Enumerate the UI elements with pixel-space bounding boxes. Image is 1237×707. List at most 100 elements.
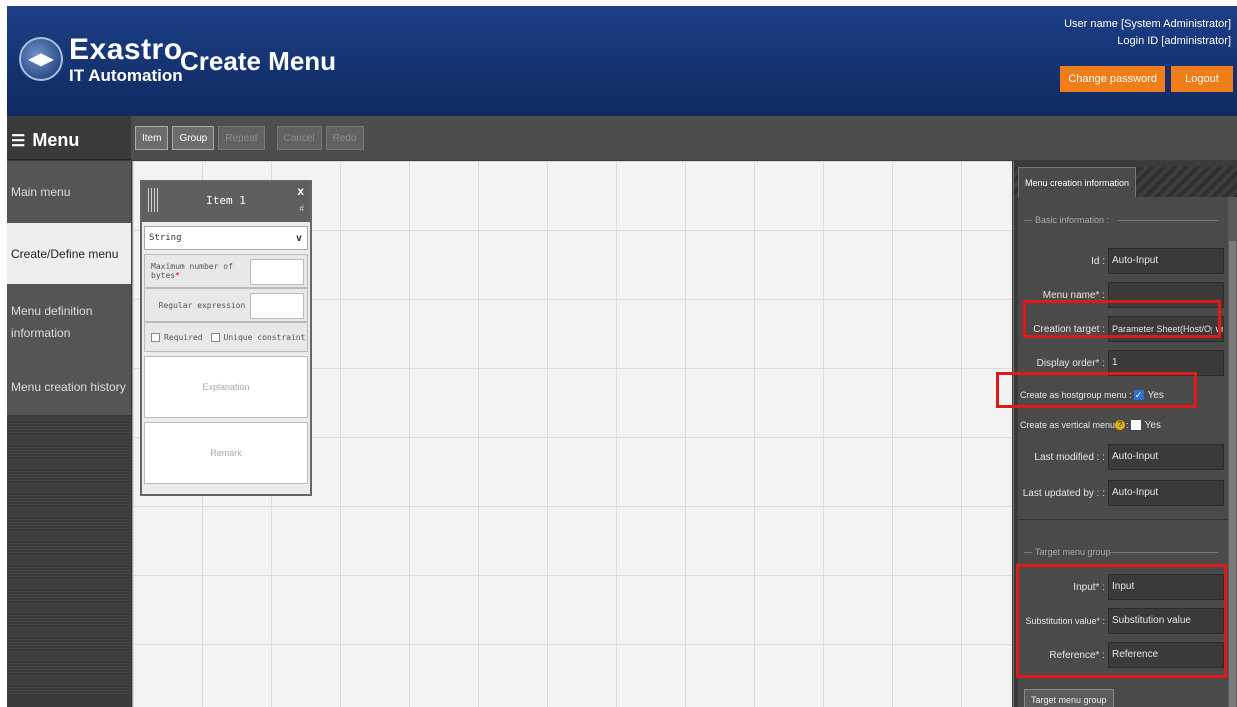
vertical-label: Create as vertical menu: [1020, 420, 1116, 430]
id-row: Id : Auto-Input: [1018, 247, 1224, 275]
cancel-button[interactable]: Cancel: [276, 126, 322, 150]
substitution-row: Substitution value* : Substitution value: [1018, 607, 1224, 635]
close-icon[interactable]: x: [297, 184, 304, 198]
explanation-placeholder: Explanation: [202, 382, 250, 392]
id-label: Id :: [1091, 255, 1105, 267]
creation-target-label: Creation target :: [1033, 323, 1105, 335]
item-hash: #: [299, 204, 304, 213]
constraint-row: Required Unique constraint: [144, 322, 308, 352]
item-title[interactable]: Item 1: [142, 194, 310, 207]
sidebar-item-main-menu[interactable]: Main menu: [7, 161, 131, 223]
reference-value: Reference: [1108, 642, 1224, 668]
page-title: Create Menu: [180, 46, 337, 76]
hostgroup-label: Create as hostgroup menu :: [1020, 390, 1132, 400]
input-value: Input: [1108, 574, 1224, 600]
logout-button[interactable]: Logout: [1171, 66, 1233, 92]
menu-label: Menu: [32, 130, 80, 150]
vertical-checkbox[interactable]: [1130, 420, 1141, 430]
reference-row: Reference* : Reference: [1018, 641, 1224, 669]
user-name: User name [System Administrator]: [1064, 18, 1231, 30]
target-menu-group-button[interactable]: Target menu group: [1024, 689, 1114, 707]
hostgroup-checkbox[interactable]: ✓: [1133, 390, 1144, 400]
creation-target-value: Parameter Sheet(Host/Operat: [1112, 324, 1224, 334]
last-updated-row: Last updated by : : Auto-Input: [1018, 479, 1224, 507]
group-button[interactable]: Group: [172, 126, 215, 150]
menu-creation-panel: Menu creation information Basic informat…: [1013, 161, 1237, 707]
chevron-down-icon: v: [295, 232, 302, 244]
creation-target-row: Creation target : Parameter Sheet(Host/O…: [1018, 315, 1224, 343]
panel-body: Basic information : Id : Auto-Input Menu…: [1018, 197, 1228, 707]
hostgroup-row: Create as hostgroup menu : ✓ Yes: [1018, 381, 1224, 409]
id-value: Auto-Input: [1108, 248, 1224, 274]
max-bytes-label: Maximum number of bytes: [151, 262, 233, 280]
item-button[interactable]: Item: [135, 126, 169, 150]
input-row: Input* : Input: [1018, 573, 1224, 601]
sidebar-item-menu-definition-information[interactable]: Menu definition information: [7, 285, 131, 360]
menu-name-row: Menu name* :: [1018, 281, 1224, 309]
login-id: Login ID [administrator]: [1117, 35, 1231, 47]
sidebar-item-label: Menu definition information: [11, 304, 93, 340]
hostgroup-yes-label: Yes: [1147, 389, 1164, 401]
tab-menu-creation-information[interactable]: Menu creation information: [1018, 167, 1137, 197]
item-type-select[interactable]: String v: [144, 226, 308, 250]
exastro-logo-icon: ◀▶: [19, 37, 63, 81]
last-modified-label: Last modified : :: [1034, 451, 1105, 463]
brand-subtitle: IT Automation: [69, 65, 183, 85]
required-mark: *: [175, 271, 180, 280]
scrollbar-thumb[interactable]: [1229, 241, 1236, 707]
unique-constraint-label: Unique constraint: [223, 332, 306, 342]
reference-label: Reference* :: [1049, 649, 1105, 661]
menu-name-input[interactable]: [1108, 282, 1224, 308]
menu-toggle[interactable]: ☰ Menu: [7, 116, 131, 160]
required-checkbox[interactable]: [151, 332, 160, 342]
user-info: User name [System Administrator] Login I…: [1064, 16, 1231, 50]
last-modified-row: Last modified : : Auto-Input: [1018, 443, 1224, 471]
item-type-value: String: [149, 233, 182, 243]
last-modified-value: Auto-Input: [1108, 444, 1224, 470]
sidebar-item-label: Main menu: [11, 184, 71, 199]
logo: ◀▶ Exastro IT Automation: [19, 24, 183, 94]
display-order-label: Display order* :: [1036, 357, 1105, 369]
help-icon[interactable]: ?: [1115, 420, 1126, 430]
remark-placeholder: Remark: [210, 448, 242, 458]
change-password-button[interactable]: Change password: [1060, 66, 1165, 92]
target-group-title: Target menu group: [1035, 547, 1111, 557]
sidebar-item-create-define-menu[interactable]: Create/Define menu: [7, 223, 131, 285]
max-bytes-row: Maximum number of bytes*: [144, 254, 308, 288]
max-bytes-input[interactable]: [250, 259, 304, 285]
editor-toolbar: Item Group Repeat Cancel Redo: [131, 116, 1237, 160]
regex-input[interactable]: [250, 293, 304, 319]
input-label: Input* :: [1073, 581, 1105, 593]
creation-target-select[interactable]: Parameter Sheet(Host/Operat ∨: [1108, 316, 1224, 342]
basic-info-title: Basic information :: [1035, 215, 1110, 225]
last-updated-label: Last updated by : :: [1022, 487, 1105, 499]
app-window: ◀▶ Exastro IT Automation Create Menu Use…: [7, 6, 1237, 707]
sidebar-filler: [7, 415, 131, 695]
explanation-input[interactable]: Explanation: [144, 356, 308, 418]
sidebar: Main menu Create/Define menu Menu defini…: [7, 161, 131, 707]
header: ◀▶ Exastro IT Automation Create Menu Use…: [7, 6, 1237, 116]
sidebar-item-label: Menu creation history: [11, 380, 126, 394]
item-card[interactable]: Item 1 x # String v Maximum number of by…: [140, 180, 312, 496]
redo-button[interactable]: Redo: [325, 126, 364, 150]
repeat-button[interactable]: Repeat: [218, 126, 265, 150]
brand-name: Exastro: [69, 32, 183, 66]
vertical-row: Create as vertical menu ? : Yes: [1020, 419, 1161, 431]
menu-name-label: Menu name* :: [1042, 289, 1105, 301]
vertical-yes-label: Yes: [1144, 419, 1161, 431]
chevron-down-icon: ∨: [1212, 317, 1221, 341]
sidebar-item-menu-creation-history[interactable]: Menu creation history: [7, 360, 131, 415]
display-order-input[interactable]: 1: [1108, 350, 1224, 376]
substitution-label: Substitution value* :: [1025, 616, 1105, 626]
last-updated-value: Auto-Input: [1108, 480, 1224, 506]
required-label: Required: [164, 332, 203, 342]
hamburger-icon: ☰: [11, 133, 26, 150]
unique-constraint-checkbox[interactable]: [210, 332, 220, 342]
remark-input[interactable]: Remark: [144, 422, 308, 484]
sidebar-item-label: Create/Define menu: [11, 246, 119, 261]
substitution-value: Substitution value: [1108, 608, 1224, 634]
panel-scrollbar[interactable]: [1228, 197, 1237, 707]
display-order-row: Display order* : 1: [1018, 349, 1224, 377]
regex-row: Regular expression: [144, 288, 308, 322]
item-card-header[interactable]: Item 1 x #: [142, 182, 310, 222]
